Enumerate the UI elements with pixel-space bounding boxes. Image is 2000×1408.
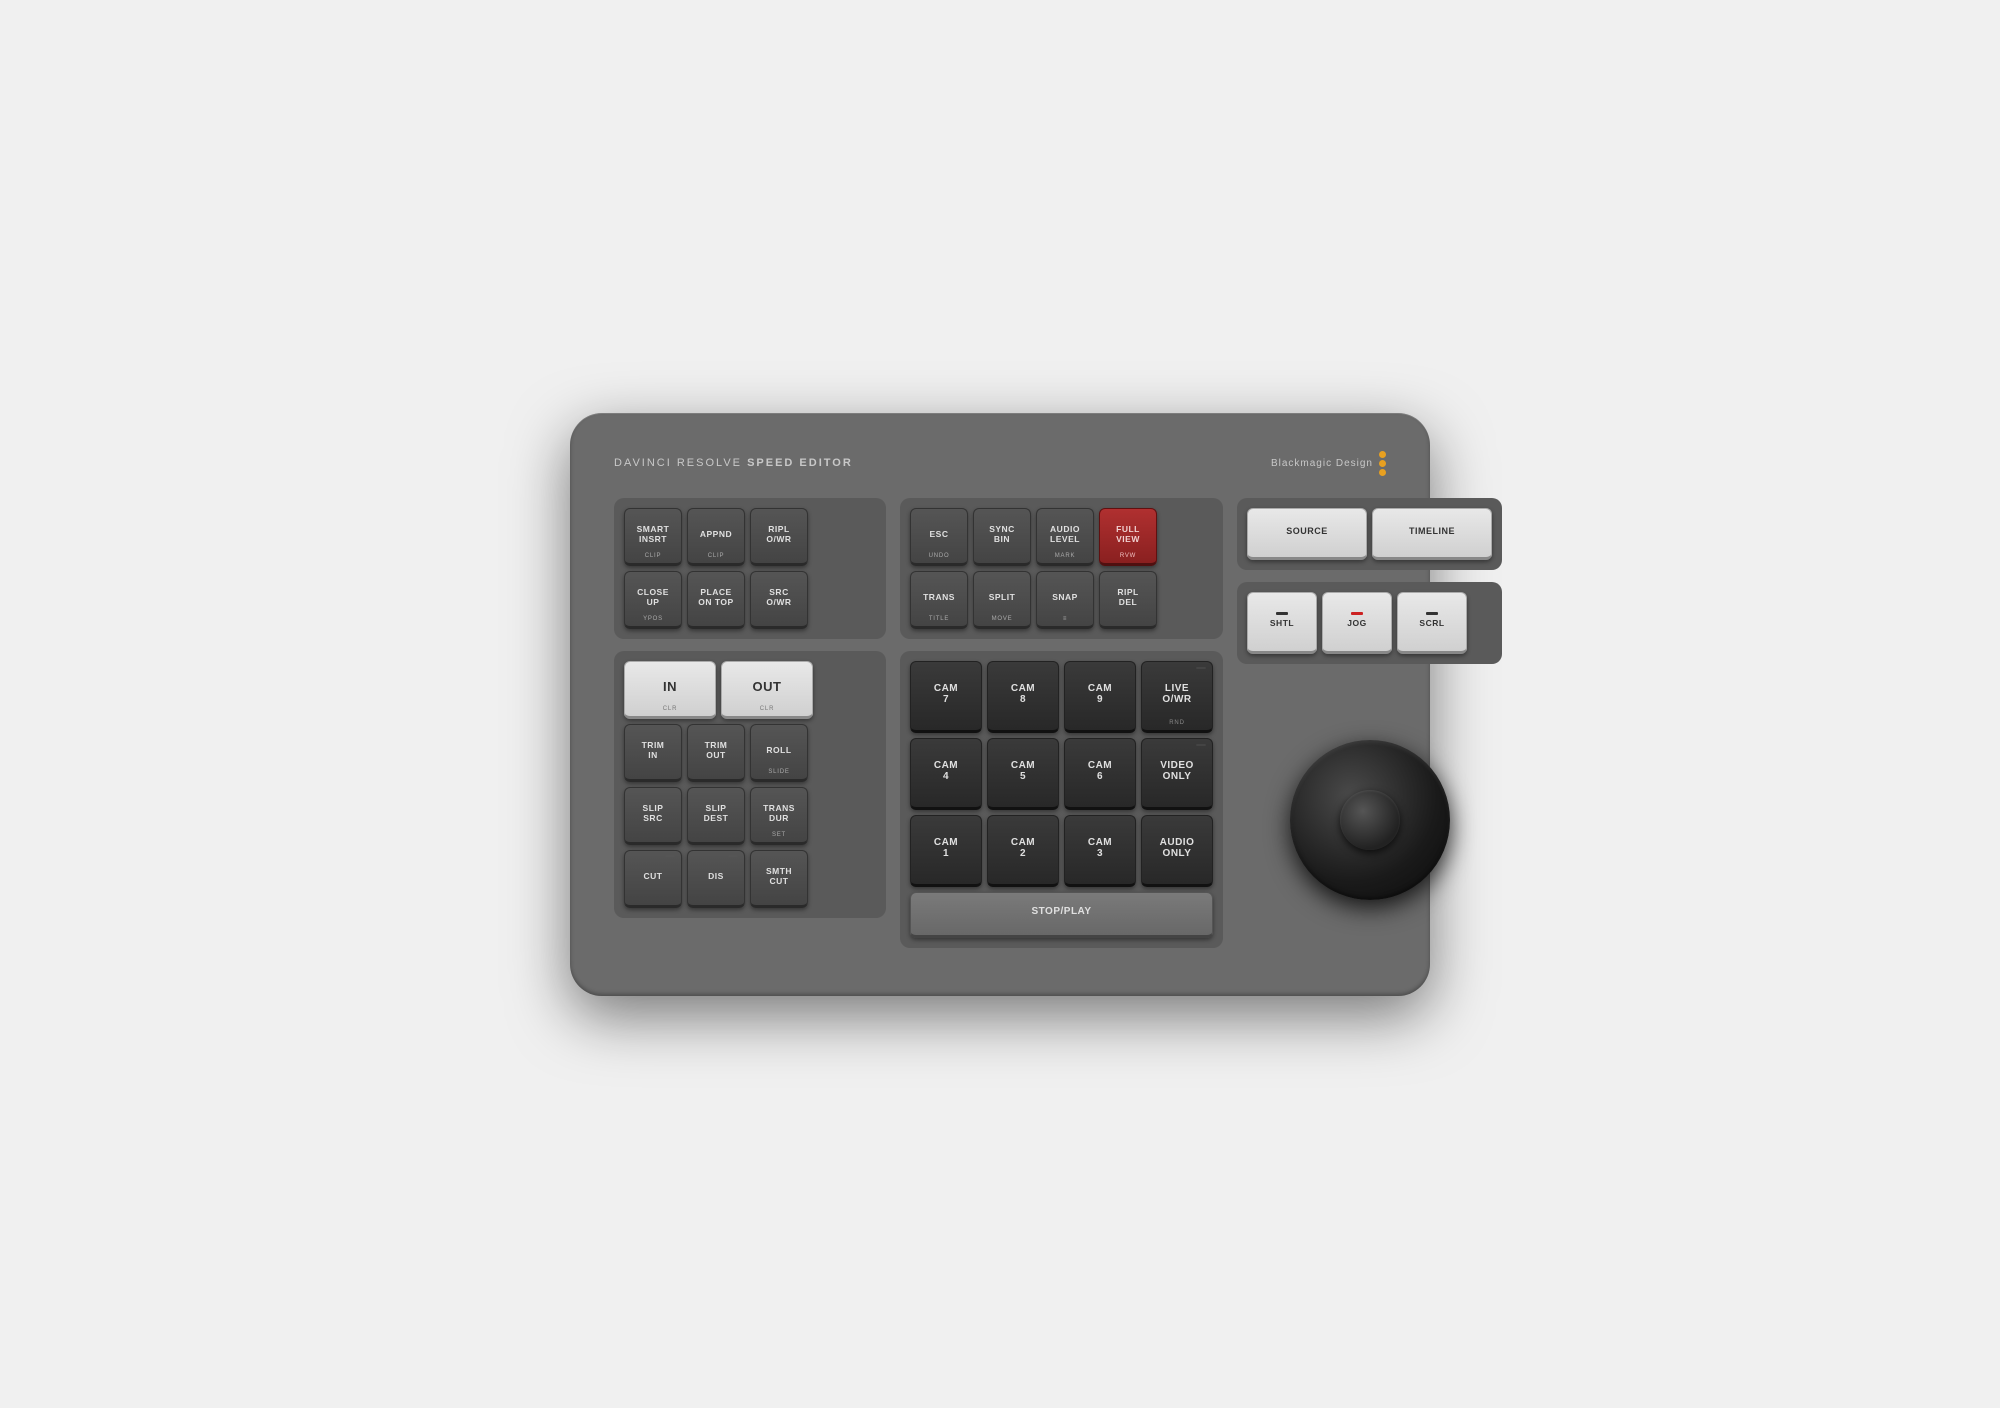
device-body: DAVINCI RESOLVE SPEED EDITOR Blackmagic …: [570, 413, 1430, 996]
slip-row: SLIPSRC SLIPDEST TRANSDUR SET: [624, 787, 876, 845]
brand-dot-1: [1379, 451, 1386, 458]
stop-play-key[interactable]: STOP/PLAY: [910, 892, 1213, 938]
function-key-group: ESC UNDO SYNCBIN AUDIOLEVEL MARK FULLVIE…: [900, 498, 1223, 639]
jog-indicator: [1351, 612, 1363, 615]
smart-insrt-key[interactable]: SMARTINSRT CLIP: [624, 508, 682, 566]
middle-section: ESC UNDO SYNCBIN AUDIOLEVEL MARK FULLVIE…: [900, 498, 1223, 948]
source-timeline-row: SOURCE TIMELINE: [1247, 508, 1492, 560]
cut-key[interactable]: CUT: [624, 850, 682, 908]
dis-key[interactable]: DIS: [687, 850, 745, 908]
cam9-key[interactable]: CAM9: [1064, 661, 1136, 733]
top-key-group: SMARTINSRT CLIP APPND CLIP RIPLO/WR CLOS…: [614, 498, 886, 639]
cam4-key[interactable]: CAM4: [910, 738, 982, 810]
trim-row: TRIMIN TRIMOUT ROLL SLIDE: [624, 724, 876, 782]
full-view-key[interactable]: FULLVIEW RVW: [1099, 508, 1157, 566]
timeline-key[interactable]: TIMELINE: [1372, 508, 1492, 560]
joywheel[interactable]: [1290, 740, 1450, 900]
cam2-key[interactable]: CAM2: [987, 815, 1059, 887]
cam-row-1: CAM7 CAM8 CAM9 LIVEO/WR RND: [910, 661, 1213, 733]
device-header: DAVINCI RESOLVE SPEED EDITOR Blackmagic …: [614, 451, 1386, 476]
shtl-key[interactable]: SHTL: [1247, 592, 1317, 654]
cam-key-group: CAM7 CAM8 CAM9 LIVEO/WR RND: [900, 651, 1223, 948]
key-row-1: SMARTINSRT CLIP APPND CLIP RIPLO/WR: [624, 508, 876, 566]
joywheel-center: [1340, 790, 1400, 850]
src-owr-key[interactable]: SRCO/WR: [750, 571, 808, 629]
cam3-key[interactable]: CAM3: [1064, 815, 1136, 887]
cam1-key[interactable]: CAM1: [910, 815, 982, 887]
slip-src-key[interactable]: SLIPSRC: [624, 787, 682, 845]
cut-row: CUT DIS SMTHCUT: [624, 850, 876, 908]
scrl-key[interactable]: SCRL: [1397, 592, 1467, 654]
bottom-key-group: IN CLR OUT CLR TRIMIN TRIMOUT: [614, 651, 886, 918]
cam6-key[interactable]: CAM6: [1064, 738, 1136, 810]
out-key[interactable]: OUT CLR: [721, 661, 813, 719]
trans-key[interactable]: TRANS TITLE: [910, 571, 968, 629]
roll-key[interactable]: ROLL SLIDE: [750, 724, 808, 782]
appnd-key[interactable]: APPND CLIP: [687, 508, 745, 566]
ripl-owr-key[interactable]: RIPLO/WR: [750, 508, 808, 566]
jog-key[interactable]: JOG: [1322, 592, 1392, 654]
close-up-key[interactable]: CLOSEUP YPOS: [624, 571, 682, 629]
video-only-key[interactable]: VIDEOONLY: [1141, 738, 1213, 810]
trim-in-key[interactable]: TRIMIN: [624, 724, 682, 782]
stop-play-row: STOP/PLAY: [910, 892, 1213, 938]
brand-dot-2: [1379, 460, 1386, 467]
audio-level-key[interactable]: AUDIOLEVEL MARK: [1036, 508, 1094, 566]
cam5-key[interactable]: CAM5: [987, 738, 1059, 810]
cam-row-2: CAM4 CAM5 CAM6 VIDEOONLY: [910, 738, 1213, 810]
audio-only-key[interactable]: AUDIOONLY: [1141, 815, 1213, 887]
source-key[interactable]: SOURCE: [1247, 508, 1367, 560]
split-key[interactable]: SPLIT MOVE: [973, 571, 1031, 629]
joywheel-area: [1237, 692, 1502, 948]
transport-key-group: SHTL JOG SCRL: [1237, 582, 1502, 664]
key-row-2: CLOSEUP YPOS PLACEON TOP SRCO/WR: [624, 571, 876, 629]
cam7-key[interactable]: CAM7: [910, 661, 982, 733]
ripl-del-key[interactable]: RIPLDEL: [1099, 571, 1157, 629]
source-timeline-group: SOURCE TIMELINE: [1237, 498, 1502, 570]
esc-key[interactable]: ESC UNDO: [910, 508, 968, 566]
brand-area: Blackmagic Design: [1271, 451, 1386, 476]
brand-dots: [1379, 451, 1386, 476]
trim-out-key[interactable]: TRIMOUT: [687, 724, 745, 782]
cam8-key[interactable]: CAM8: [987, 661, 1059, 733]
trans-dur-key[interactable]: TRANSDUR SET: [750, 787, 808, 845]
live-owr-key[interactable]: LIVEO/WR RND: [1141, 661, 1213, 733]
in-out-row: IN CLR OUT CLR: [624, 661, 876, 719]
slip-dest-key[interactable]: SLIPDEST: [687, 787, 745, 845]
snap-key[interactable]: SNAP ≡: [1036, 571, 1094, 629]
in-key[interactable]: IN CLR: [624, 661, 716, 719]
sync-bin-key[interactable]: SYNCBIN: [973, 508, 1031, 566]
func-row-1: ESC UNDO SYNCBIN AUDIOLEVEL MARK FULLVIE…: [910, 508, 1213, 566]
brand-dot-3: [1379, 469, 1386, 476]
place-on-top-key[interactable]: PLACEON TOP: [687, 571, 745, 629]
main-layout: SMARTINSRT CLIP APPND CLIP RIPLO/WR CLOS…: [614, 498, 1386, 948]
func-row-2: TRANS TITLE SPLIT MOVE SNAP ≡ RIPLDEL: [910, 571, 1213, 629]
shtl-jog-scrl-row: SHTL JOG SCRL: [1247, 592, 1492, 654]
cam-row-3: CAM1 CAM2 CAM3 AUDIOONLY: [910, 815, 1213, 887]
left-section: SMARTINSRT CLIP APPND CLIP RIPLO/WR CLOS…: [614, 498, 886, 948]
device-title: DAVINCI RESOLVE SPEED EDITOR: [614, 457, 853, 469]
right-section: SOURCE TIMELINE SHTL: [1237, 498, 1502, 948]
smth-cut-key[interactable]: SMTHCUT: [750, 850, 808, 908]
shtl-indicator: [1276, 612, 1288, 615]
scrl-indicator: [1426, 612, 1438, 615]
